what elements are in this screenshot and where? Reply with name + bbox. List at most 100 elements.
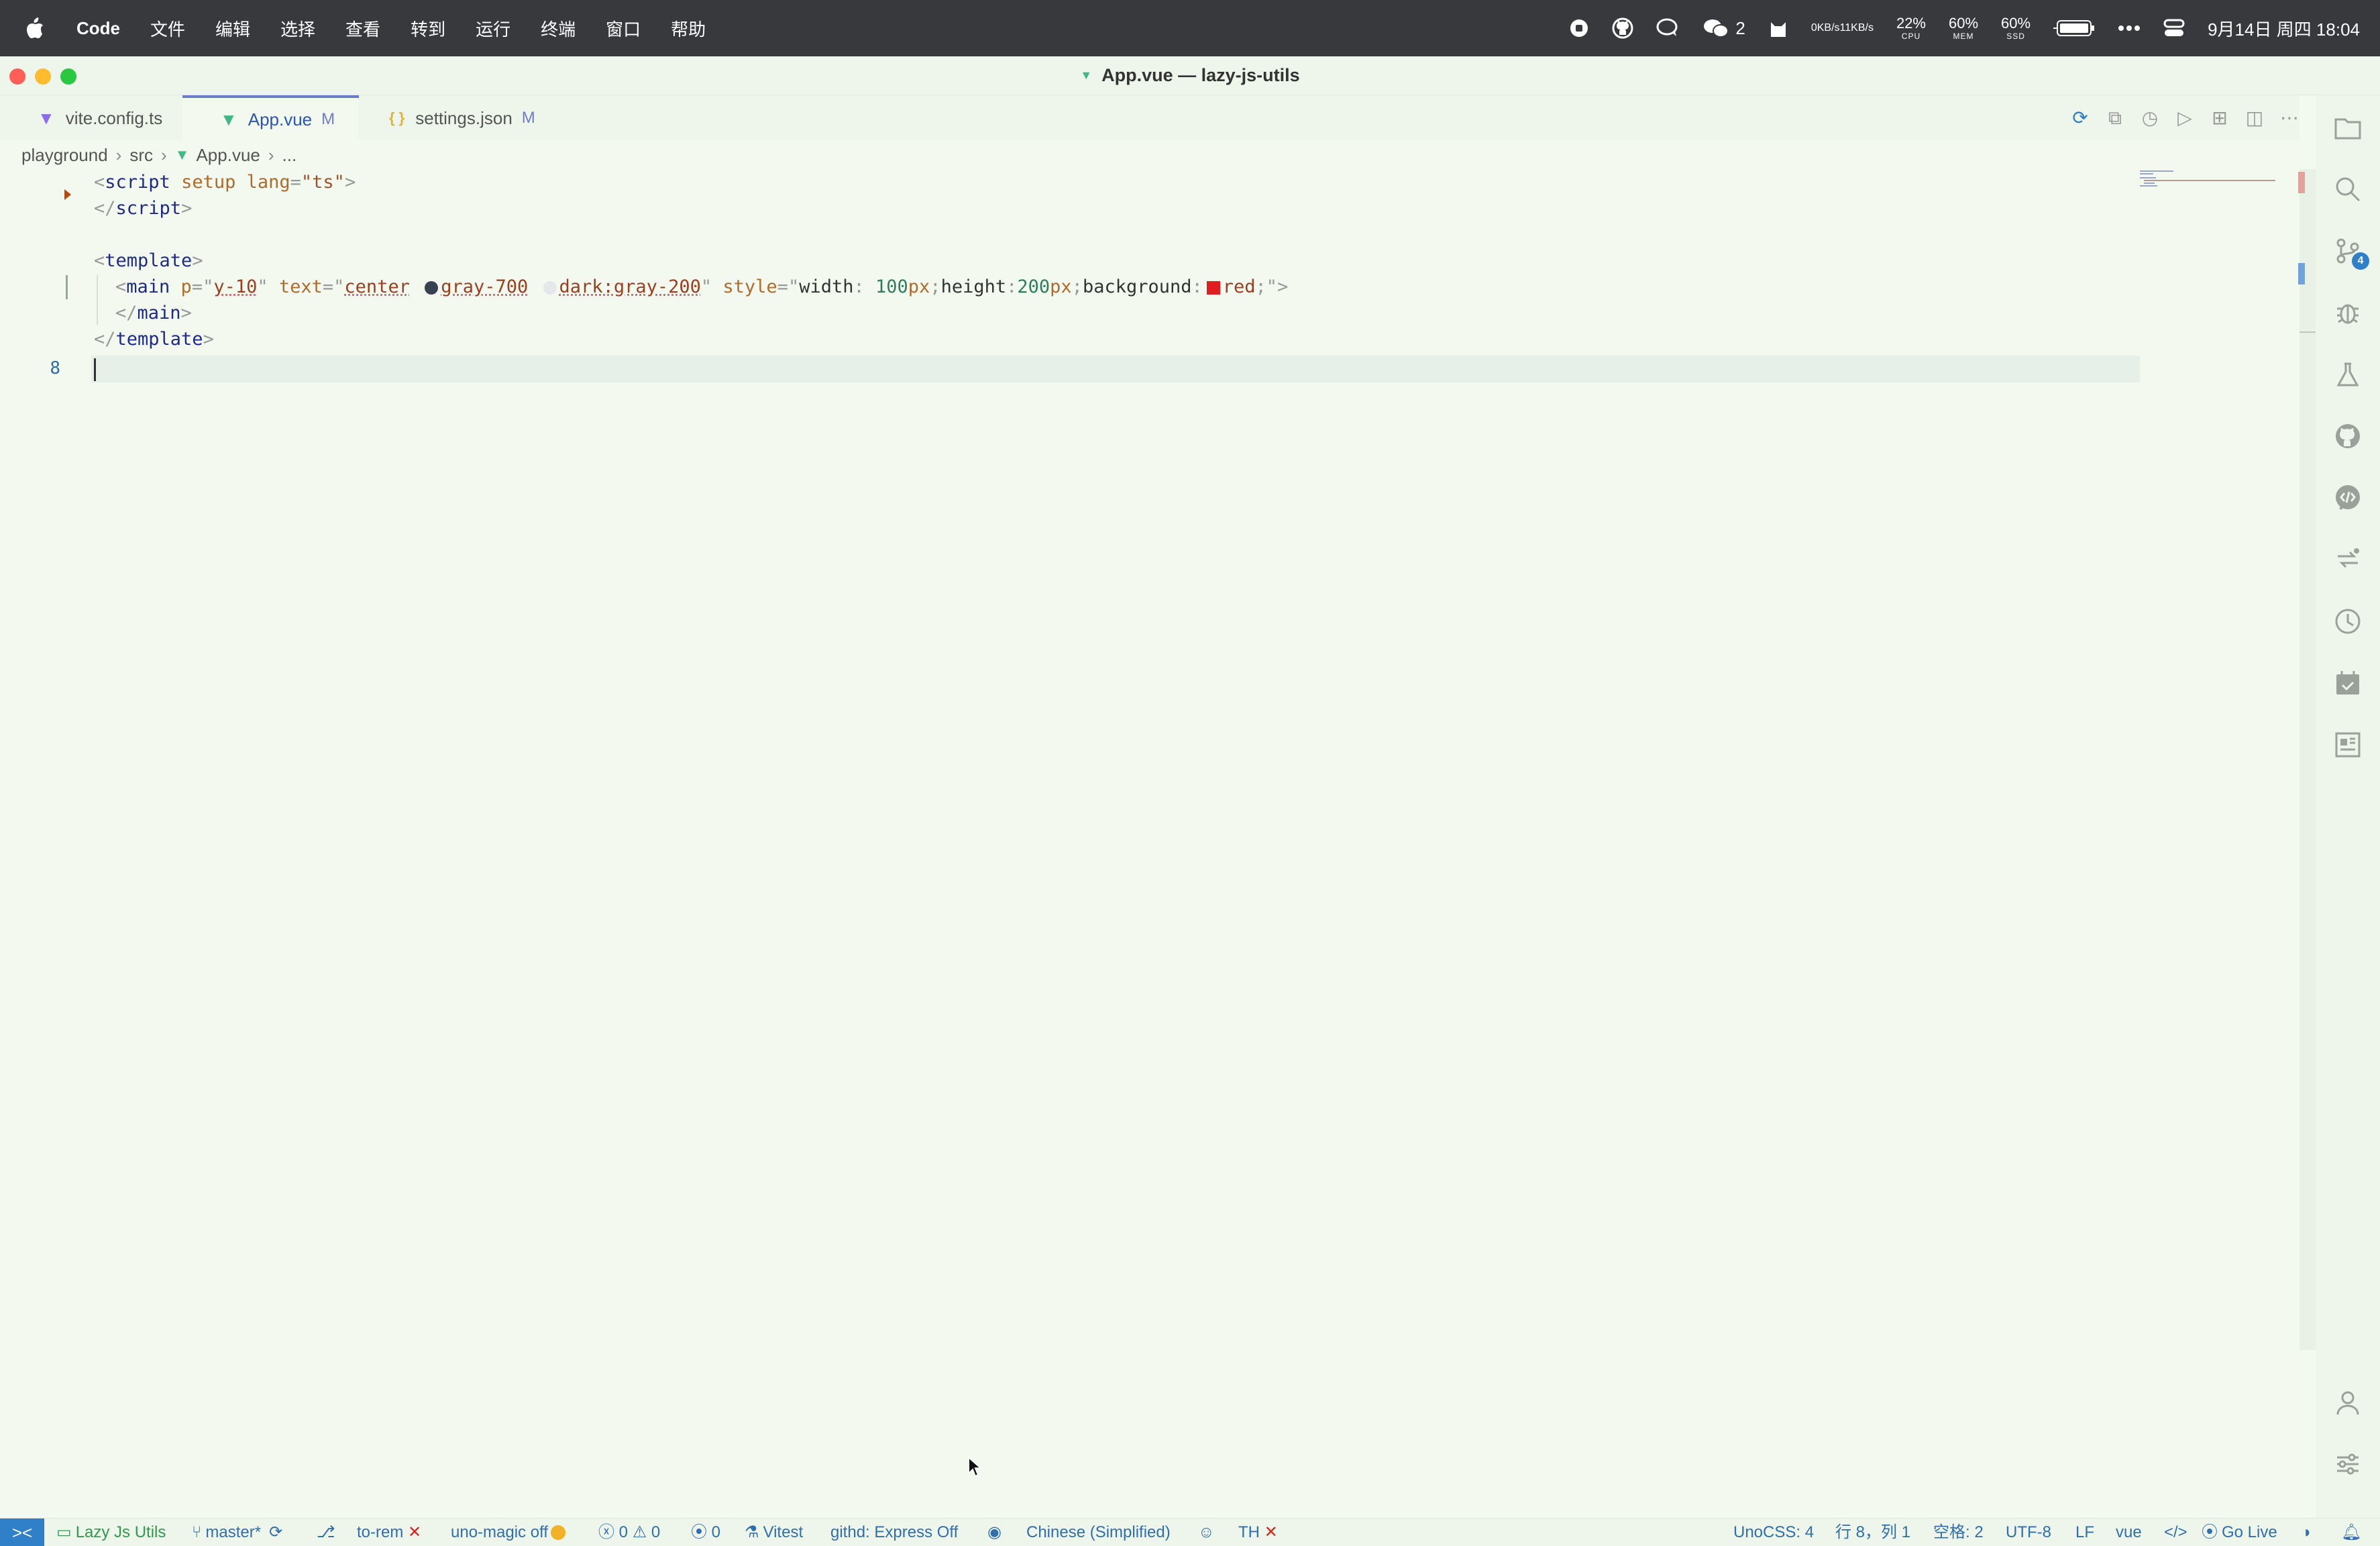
github-icon[interactable] — [2332, 420, 2364, 452]
calendar-check-icon[interactable] — [2332, 667, 2364, 699]
breadcrumb-item[interactable]: App.vue — [196, 145, 260, 166]
breadcrumb-item[interactable]: src — [129, 145, 153, 166]
vitest-indicator[interactable]: ⚗ Vitest — [745, 1518, 803, 1546]
git-branch-icon: ⑂ — [192, 1523, 202, 1541]
screen-record-icon[interactable] — [1569, 18, 1589, 38]
apple-logo-icon[interactable] — [25, 17, 44, 39]
sync-changes-icon[interactable]: ⟳ — [2070, 108, 2090, 128]
ports-indicator[interactable]: ⦿ 0 — [691, 1518, 720, 1546]
menu-window[interactable]: 窗口 — [606, 16, 641, 41]
code-editor[interactable]: <script setup lang="ts"> </script> <temp… — [0, 169, 2300, 1350]
fold-arrow-icon[interactable] — [64, 189, 71, 200]
json-icon: { } — [389, 109, 405, 126]
window-title-text: App.vue — lazy-js-utils — [1101, 65, 1300, 85]
ssd-usage: 60% SSD — [2001, 16, 2031, 41]
color-swatch-gray-200 — [543, 281, 557, 295]
net-down: 11KB/s — [1839, 22, 1874, 34]
more-dots-icon[interactable] — [2118, 25, 2141, 32]
project-indicator[interactable]: ▭ Lazy Js Utils — [56, 1518, 166, 1546]
mem-usage: 60% MEM — [1949, 16, 1978, 41]
code-line: <template> — [94, 250, 203, 271]
timeline-icon[interactable]: ◷ — [2140, 108, 2160, 128]
breadcrumb-item[interactable]: ... — [282, 145, 297, 166]
datetime[interactable]: 9月14日 周四 18:04 — [2208, 16, 2360, 41]
battery-icon[interactable] — [2053, 18, 2095, 38]
tab-settings-json[interactable]: { } settings.json M — [389, 95, 535, 141]
split-editor-icon[interactable]: ◫ — [2244, 108, 2265, 128]
github-icon[interactable] — [1612, 17, 1633, 39]
minimap[interactable] — [2140, 169, 2281, 189]
explorer-icon[interactable] — [2332, 111, 2364, 144]
copilot-icon[interactable]: ☺ — [1198, 1518, 1215, 1546]
tab-app-vue[interactable]: ▼ App.vue M — [182, 95, 360, 141]
th-indicator[interactable]: TH ✕ — [1238, 1518, 1278, 1546]
wechat-tray[interactable]: 2 — [1703, 18, 1745, 39]
menu-edit[interactable]: 编辑 — [215, 16, 250, 41]
control-center-icon[interactable] — [2163, 19, 2185, 38]
git-change-marker — [66, 275, 68, 299]
settings-sliders-icon[interactable] — [2332, 1448, 2364, 1480]
menu-terminal[interactable]: 终端 — [541, 16, 576, 41]
more-actions-icon[interactable]: ⋯ — [2279, 108, 2300, 128]
code-line: <script setup lang="ts"> — [94, 172, 356, 193]
notifications-bell-icon[interactable]: 🔔︎ — [2341, 1518, 2361, 1546]
to-rem-toggle[interactable]: to-rem ✕ — [357, 1518, 421, 1546]
current-line-number: 8 — [50, 358, 60, 378]
cpu-value: 22% — [1896, 15, 1926, 32]
git-graph-icon[interactable]: ⎇ — [317, 1518, 335, 1546]
remote-indicator-button[interactable]: >< — [0, 1518, 44, 1546]
debug-icon[interactable] — [2332, 297, 2364, 329]
new-file-icon[interactable]: ⊞ — [2210, 108, 2230, 128]
menu-file[interactable]: 文件 — [150, 16, 185, 41]
scrollbar-cursor-marker — [2298, 263, 2305, 285]
vertical-scrollbar[interactable] — [2300, 169, 2316, 1350]
problems-indicator[interactable]: ⓧ 0 ⚠ 0 — [598, 1518, 660, 1546]
breadcrumb-item[interactable]: playground — [21, 145, 108, 166]
menu-view[interactable]: 查看 — [345, 16, 380, 41]
eol-indicator[interactable]: LF — [2075, 1518, 2094, 1546]
language-mode[interactable]: vue — [2116, 1518, 2142, 1546]
ssd-label: SSD — [2006, 32, 2025, 41]
menu-run[interactable]: 运行 — [476, 16, 510, 41]
indent-guide — [97, 275, 98, 325]
cat-icon[interactable] — [1768, 18, 1788, 38]
error-icon: ⓧ — [598, 1523, 614, 1541]
go-live-button[interactable]: ⦿ Go Live — [2202, 1518, 2277, 1546]
uno-magic-toggle[interactable]: uno-magic off — [451, 1518, 565, 1546]
cursor-position[interactable]: 行 8，列 1 — [1835, 1518, 1910, 1546]
cpu-usage: 22% CPU — [1896, 15, 1926, 41]
accounts-icon[interactable] — [2332, 1386, 2364, 1419]
indentation-indicator[interactable]: 空格: 2 — [1933, 1518, 1984, 1546]
run-icon[interactable]: ▷ — [2175, 108, 2195, 128]
editor-actions: ⟳ ⧉ ◷ ▷ ⊞ ◫ ⋯ — [2055, 95, 2300, 141]
sync-icon[interactable]: ⟳ — [269, 1523, 282, 1541]
broadcast-icon: ⦿ — [2202, 1523, 2218, 1541]
search-icon[interactable] — [2332, 173, 2364, 205]
flask-icon: ⚗ — [745, 1523, 759, 1541]
menu-go[interactable]: 转到 — [411, 16, 445, 41]
vue-icon: ▼ — [220, 109, 237, 130]
source-control-icon[interactable]: 4 — [2332, 235, 2369, 270]
timeline-clock-icon[interactable] — [2332, 605, 2364, 637]
encoding-indicator[interactable]: UTF-8 — [2006, 1518, 2051, 1546]
menu-app-name[interactable]: Code — [76, 18, 120, 39]
eye-icon[interactable]: ◉ — [987, 1518, 1002, 1546]
testing-flask-icon[interactable] — [2332, 358, 2364, 391]
menu-selection[interactable]: 选择 — [280, 16, 315, 41]
code-chat-icon[interactable] — [2332, 482, 2364, 514]
code-line: </main> — [115, 303, 192, 323]
contrast-icon[interactable]: ◑ — [2301, 1518, 2311, 1546]
code-brackets-icon[interactable]: </> — [2164, 1518, 2187, 1546]
unocss-indicator[interactable]: UnoCSS: 4 — [1733, 1518, 1814, 1546]
language-pack-indicator[interactable]: Chinese (Simplified) — [1026, 1518, 1171, 1546]
githd-indicator[interactable]: githd: Express Off — [830, 1518, 958, 1546]
branch-indicator[interactable]: ⑂ master* ⟳ — [192, 1518, 282, 1546]
chat-bubble-icon[interactable] — [1656, 18, 1680, 38]
code-line: </template> — [94, 329, 214, 350]
open-changes-icon[interactable]: ⧉ — [2105, 108, 2125, 128]
menu-help[interactable]: 帮助 — [671, 16, 706, 41]
extensions-dashboard-icon[interactable] — [2332, 729, 2364, 761]
remote-sync-icon[interactable] — [2332, 544, 2364, 576]
menu-bar-left: Code 文件 编辑 选择 查看 转到 运行 终端 窗口 帮助 — [0, 0, 736, 56]
tab-vite-config[interactable]: ▼ vite.config.ts × — [38, 95, 195, 141]
